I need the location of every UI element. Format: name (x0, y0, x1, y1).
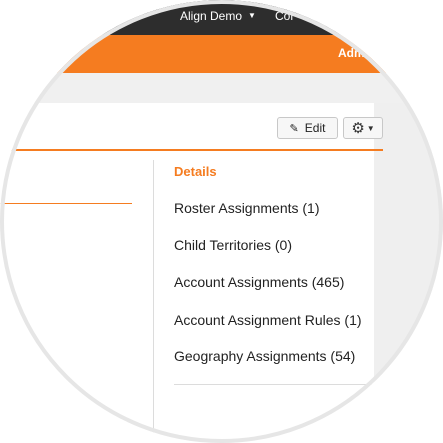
header-divider (0, 149, 383, 151)
magnified-view: Align Demo ▼ Cor Adm ✎ Edit ⚙ ▼ Details R… (0, 0, 443, 443)
nav-item-account-assignment-rules[interactable]: Account Assignment Rules (1) (174, 312, 362, 328)
caret-down-icon: ▼ (366, 123, 375, 133)
left-section-divider (0, 203, 132, 204)
nav-item-roster-assignments[interactable]: Roster Assignments (1) (174, 200, 320, 216)
caret-down-icon: ▼ (248, 11, 256, 20)
nav-item-child-territories[interactable]: Child Territories (0) (174, 237, 292, 253)
edit-label: Edit (304, 121, 326, 135)
nav-item-account-assignments[interactable]: Account Assignments (465) (174, 274, 344, 290)
edit-button[interactable]: ✎ Edit (277, 117, 338, 139)
nav-item-details[interactable]: Details (174, 164, 217, 179)
gear-icon: ⚙ (351, 119, 365, 137)
content-panel (0, 103, 374, 443)
nav-item-geography-assignments[interactable]: Geography Assignments (54) (174, 348, 355, 364)
settings-dropdown-button[interactable]: ⚙ ▼ (343, 117, 383, 139)
sidebar-divider (153, 160, 154, 443)
top-navbar: Align Demo ▼ Cor (0, 0, 443, 35)
top-menu-label: Cor (275, 9, 295, 23)
right-gutter (374, 103, 443, 443)
pencil-icon: ✎ (289, 122, 299, 135)
org-switcher-menu[interactable]: Align Demo ▼ (180, 9, 256, 23)
admin-link[interactable]: Adm (338, 46, 365, 60)
top-menu-item-partial[interactable]: Cor (275, 9, 294, 23)
orange-nav-bar: Adm (0, 35, 443, 73)
subheader-strip (0, 73, 443, 103)
nav-bottom-divider (174, 384, 384, 385)
org-switcher-label: Align Demo (180, 9, 243, 23)
